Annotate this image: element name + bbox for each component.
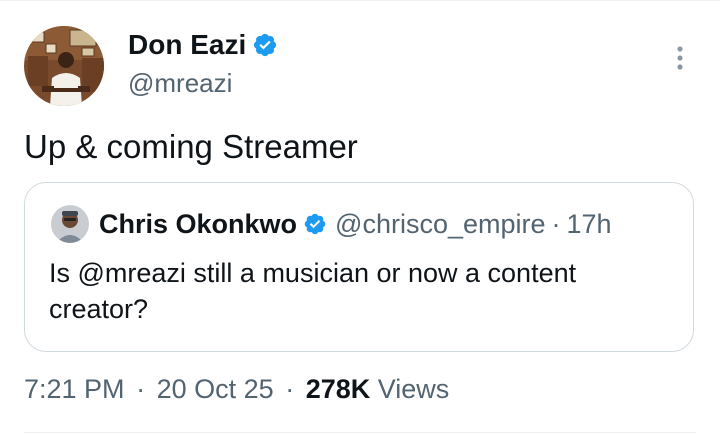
post-text: Up & coming Streamer (24, 128, 358, 165)
post-time[interactable]: 7:21 PM (24, 374, 125, 404)
author-name[interactable]: Don Eazi (128, 27, 278, 63)
author-handle[interactable]: @mreazi (128, 67, 232, 99)
views-count[interactable]: 278K (306, 374, 371, 404)
verified-badge-icon (254, 33, 277, 57)
quoted-separator: · (551, 209, 561, 239)
meta-separator: · (285, 374, 295, 404)
more-options-button[interactable] (666, 40, 694, 76)
post-meta: 7:21 PM · 20 Oct 25 · 278K Views (24, 371, 449, 407)
author-name-text: Don Eazi (128, 29, 247, 60)
quoted-post-card[interactable]: Chris Okonkwo @chrisco_empire · 17h Is @… (24, 182, 694, 352)
quoted-post-header: Chris Okonkwo @chrisco_empire · 17h (99, 206, 612, 242)
author-avatar[interactable] (24, 26, 104, 106)
top-divider (0, 0, 720, 1)
author-avatar-image (24, 26, 104, 106)
quoted-avatar-image (51, 205, 89, 243)
bottom-divider (24, 432, 696, 433)
more-vertical-icon (677, 46, 683, 70)
quoted-verified-badge-icon (304, 213, 326, 235)
quoted-author-handle[interactable]: @chrisco_empire (335, 206, 545, 242)
meta-separator: · (136, 374, 146, 404)
quoted-author-avatar[interactable] (51, 205, 89, 243)
post-date[interactable]: 20 Oct 25 (157, 374, 274, 404)
quoted-author-name[interactable]: Chris Okonkwo (99, 206, 297, 242)
quoted-post-text: Is @mreazi still a musician or now a con… (49, 258, 577, 324)
views-label: Views (377, 374, 450, 404)
quoted-post-time[interactable]: 17h (567, 206, 612, 242)
